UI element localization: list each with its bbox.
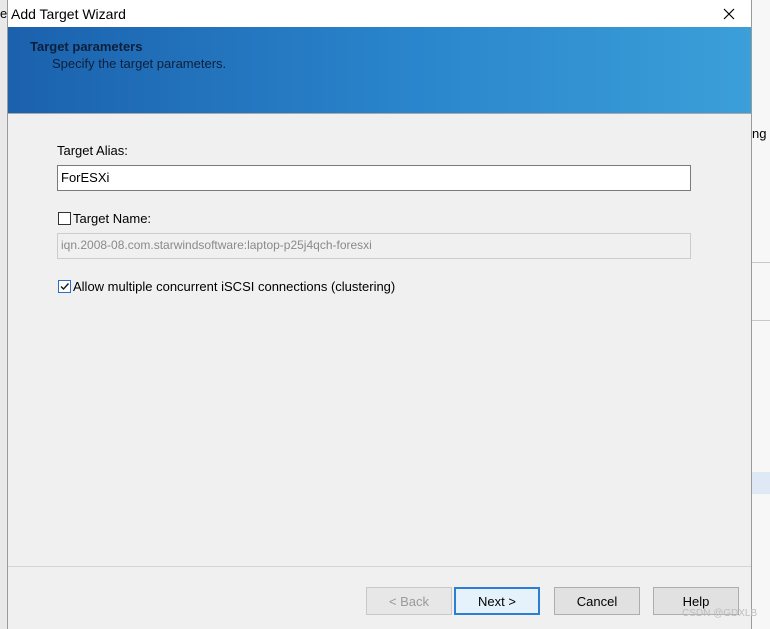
background-app-right <box>752 0 770 629</box>
target-alias-label: Target Alias: <box>57 143 128 158</box>
window-title: Add Target Wizard <box>11 6 126 22</box>
header-title: Target parameters <box>30 39 143 54</box>
background-divider <box>752 320 770 321</box>
background-divider <box>752 262 770 263</box>
target-alias-input[interactable]: ForESXi <box>57 165 691 191</box>
watermark: CSDN @GDXLB <box>682 608 758 619</box>
close-icon <box>723 8 735 19</box>
cancel-button[interactable]: Cancel <box>554 587 640 615</box>
checkmark-icon <box>60 283 70 291</box>
clustering-checkbox[interactable] <box>58 280 71 293</box>
wizard-header: Target parameters Specify the target par… <box>8 27 751 114</box>
next-button[interactable]: Next > <box>454 587 540 615</box>
title-bar: Add Target Wizard <box>8 0 751 27</box>
background-app-text-right: ng <box>752 126 767 141</box>
footer-divider <box>8 566 751 567</box>
back-button[interactable]: < Back <box>366 587 452 615</box>
add-target-wizard-window: Add Target Wizard Target parameters Spec… <box>7 0 752 629</box>
clustering-label: Allow multiple concurrent iSCSI connecti… <box>73 279 396 294</box>
target-name-input[interactable]: iqn.2008-08.com.starwindsoftware:laptop-… <box>57 233 691 259</box>
background-highlight <box>752 472 770 494</box>
header-subtitle: Specify the target parameters. <box>52 56 227 71</box>
target-name-checkbox[interactable] <box>58 212 71 225</box>
target-name-label: Target Name: <box>73 211 152 226</box>
close-button[interactable] <box>709 0 749 27</box>
